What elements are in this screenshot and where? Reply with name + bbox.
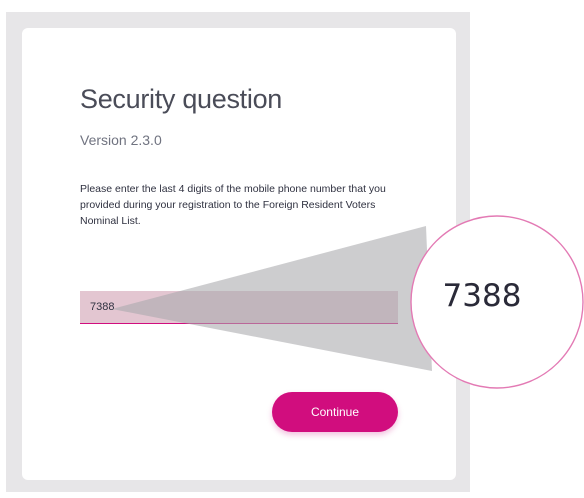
continue-button[interactable]: Continue	[272, 392, 398, 432]
phone-digits-input[interactable]	[80, 291, 398, 324]
version-label: Version 2.3.0	[80, 132, 162, 148]
instructions-text: Please enter the last 4 digits of the mo…	[80, 183, 386, 227]
zoom-value: 7388	[442, 278, 522, 314]
page-title: Security question	[80, 84, 283, 114]
